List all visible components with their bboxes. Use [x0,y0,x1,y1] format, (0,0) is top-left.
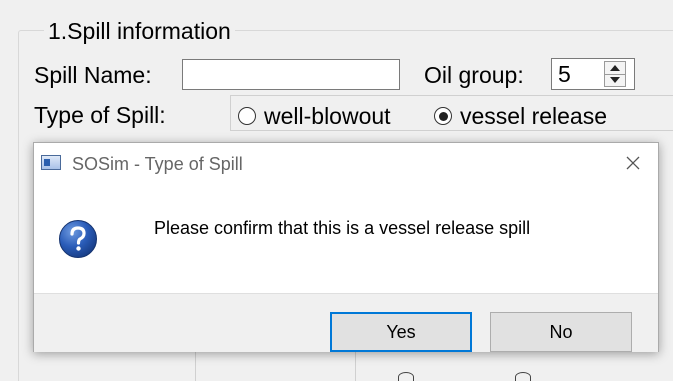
dialog-content: Please confirm that this is a vessel rel… [34,183,658,293]
question-icon [59,220,97,258]
radio-dot [438,111,448,121]
spin-buttons [604,61,626,87]
radio-selected-icon [434,107,452,125]
radio-well-blowout-label: well-blowout [264,103,391,129]
oil-group-spinbox[interactable]: 5 [551,58,635,90]
partial-radio-icon [398,372,414,381]
dialog-title: SOSim - Type of Spill [72,154,243,174]
radio-vessel-release-label: vessel release [460,103,608,129]
oil-group-value: 5 [558,60,571,87]
radio-well-blowout[interactable]: well-blowout [238,103,391,129]
spill-name-label: Spill Name: [34,62,152,88]
spill-name-input[interactable] [182,59,400,90]
arrow-up-icon [610,64,620,71]
yes-button[interactable]: Yes [330,312,472,352]
radio-vessel-release[interactable]: vessel release [434,103,607,129]
no-button[interactable]: No [490,312,632,352]
dialog-message: Please confirm that this is a vessel rel… [154,218,531,238]
app-icon [41,155,61,170]
groupbox-title: 1.Spill information [44,18,235,44]
confirm-dialog: SOSim - Type of Spill Please confirm tha… [33,142,659,352]
arrow-down-icon [610,77,620,84]
spin-down-button[interactable] [605,73,625,87]
close-button[interactable] [620,150,646,176]
partial-radio-icon [515,372,531,381]
close-icon [626,156,640,170]
dialog-button-bar: Yes No [34,293,658,352]
spin-up-button[interactable] [605,62,625,74]
oil-group-label: Oil group: [424,62,524,88]
type-of-spill-label: Type of Spill: [34,102,166,128]
dialog-title-bar[interactable]: SOSim - Type of Spill [34,143,658,183]
radio-unselected-icon [238,107,256,125]
